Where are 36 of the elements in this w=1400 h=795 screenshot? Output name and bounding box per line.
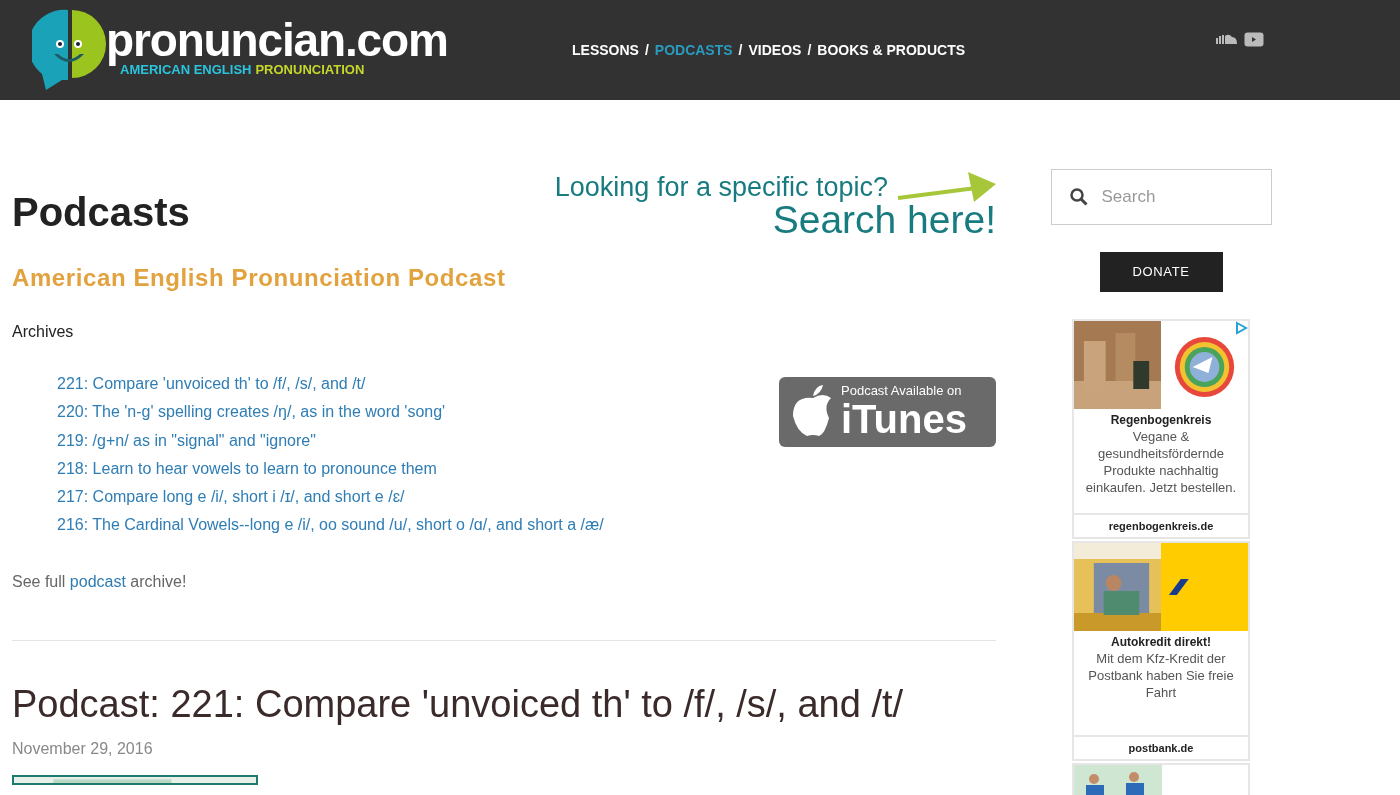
- logo-tagline: AMERICAN ENGLISH: [120, 63, 252, 77]
- promo-text: Looking for a specific topic?: [554, 171, 888, 203]
- post-title: Podcast: 221: Compare 'unvoiced th' to /f/, /s/, and /t/: [12, 681, 905, 727]
- archive-link[interactable]: podcast: [69, 572, 126, 590]
- logo-tagline: PRONUNCIATION: [255, 63, 365, 77]
- ad-title: Regenbogenkreis: [1109, 413, 1213, 428]
- archive-note: See full podcast archive!: [12, 571, 188, 592]
- ad-title: Autokredit direkt!: [1110, 635, 1212, 650]
- ad-card[interactable]: Regenbogenkreis Vegane & gesundheitsfördernde Produkte nachhaltig einkaufen. Jetzt bestellen. regenbogenkreis.de: [1072, 319, 1250, 539]
- nav-link[interactable]: LESSONS: [572, 39, 639, 61]
- archives-label: Archives: [12, 322, 75, 342]
- nav-link[interactable]: BOOKS & PRODUCTS: [817, 39, 966, 61]
- ad-domain[interactable]: postbank.de: [1128, 739, 1194, 757]
- badge-caption: Podcast Available on: [841, 384, 962, 398]
- episode-link[interactable]: 218: Learn to hear vowels to learn to pronounce them: [57, 459, 437, 477]
- episode-link[interactable]: 216: The Cardinal Vowels--long e /i/, oo sound /u/, short o /ɑ/, and short a /æ/: [57, 516, 604, 534]
- nav-separator: /: [738, 40, 743, 60]
- podcast-subtitle: American English Pronunciation Podcast: [12, 263, 507, 293]
- ad-text: Vegane & gesundheitsfördernde Produkte nachhaltig einkaufen. Jetzt bestellen.: [1084, 428, 1238, 496]
- badge-title: iTunes: [841, 398, 967, 440]
- nav-link[interactable]: VIDEOS: [748, 39, 802, 61]
- nav-separator: /: [807, 40, 812, 60]
- episode-link[interactable]: 221: Compare 'unvoiced th' to /f/, /s/, and /t/: [57, 375, 366, 392]
- search-field[interactable]: Search: [1050, 169, 1272, 225]
- ad-text: Mit dem Kfz-Kredit der Postbank haben Sie freie Fahrt: [1087, 650, 1235, 701]
- episode-link[interactable]: 217: Compare long e /i/, short i /ɪ/, and short e /ɛ/: [57, 488, 405, 506]
- ad-domain[interactable]: regenbogenkreis.de: [1108, 517, 1214, 535]
- post-date: November 29, 2016: [12, 738, 154, 759]
- donate-button[interactable]: DONATE: [1099, 252, 1223, 292]
- episode-link[interactable]: 219: /g+n/ as in "signal" and "ignore": [57, 431, 316, 449]
- episode-link[interactable]: 220: The 'n-g' spelling creates /ŋ/, as in the word 'song': [57, 403, 446, 421]
- page-title: Podcasts: [12, 189, 190, 236]
- nav-link[interactable]: PODCASTS: [654, 39, 733, 61]
- ad-card[interactable]: Autokredit direkt! Mit dem Kfz-Kredit der Postbank haben Sie freie Fahrt postbank.de: [1072, 541, 1250, 761]
- itunes-badge[interactable]: Podcast Available on iTunes: [779, 377, 996, 447]
- nav-separator: /: [644, 40, 649, 60]
